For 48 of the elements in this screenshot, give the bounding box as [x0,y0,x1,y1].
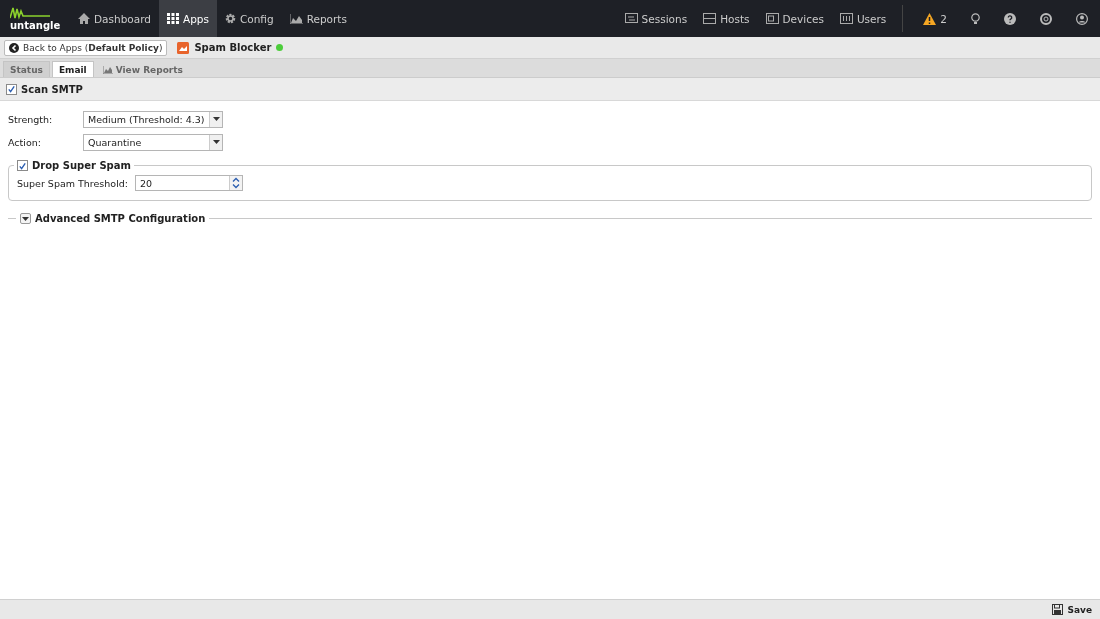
nav-link[interactable]: Devices [757,0,832,37]
nav-link[interactable]: Sessions [616,0,696,37]
tab[interactable]: Email [51,61,94,77]
nav-tab[interactable]: Reports [281,0,355,37]
dropdown[interactable]: Medium (Threshold: 4.3) [83,110,223,128]
help-icon [1004,12,1016,25]
checkbox[interactable] [17,160,28,171]
area-chart-icon [289,13,303,24]
app-icon [177,41,190,54]
caret-down-icon [212,117,220,121]
area-chart-icon [102,65,113,74]
server-icon [703,13,717,24]
keyboard-icon [839,13,853,24]
monitor-icon [765,13,779,24]
back-button[interactable]: Back to Apps (Default Policy) [4,39,168,56]
app-title: Spam Blocker [194,42,272,53]
waveform-logo-icon [10,6,50,20]
warning-icon [923,12,937,25]
section-title: Scan SMTP [21,83,83,95]
lightbulb-icon [971,12,980,25]
field-label: Strength: [8,113,54,125]
fieldset-title: Drop Super Spam [32,160,131,171]
caret-down-icon [22,216,29,221]
grid-icon [166,13,179,24]
number-field[interactable]: 20 [135,175,243,191]
dropdown[interactable]: Quarantine [83,133,223,151]
nav-tab[interactable]: Dashboard [70,0,159,37]
nav-link[interactable]: Users [831,0,895,37]
expand-toggle[interactable] [20,213,31,224]
user-account-icon [1076,12,1088,25]
alerts-button[interactable]: 2 [911,0,959,37]
back-arrow-icon [9,42,19,53]
gear-icon [224,13,236,24]
fieldset-title: Advanced SMTP Configuration [35,213,206,224]
field-label: Super Spam Threshold: [17,177,130,189]
field-label: Action: [8,136,42,148]
nav-tab[interactable]: Config [216,0,282,37]
checkbox[interactable] [6,83,17,95]
nav-link[interactable]: Hosts [695,0,758,37]
monitor-icon [624,13,638,24]
save-button[interactable]: Save [1050,602,1094,617]
tab[interactable]: View Reports [95,61,190,77]
logo-text: untangle [10,20,61,31]
tab[interactable]: Status [3,61,50,77]
home-icon [78,13,90,24]
spinner-arrows-icon [232,177,240,189]
nav-tab[interactable]: Apps [158,0,217,37]
caret-down-icon [212,140,220,144]
